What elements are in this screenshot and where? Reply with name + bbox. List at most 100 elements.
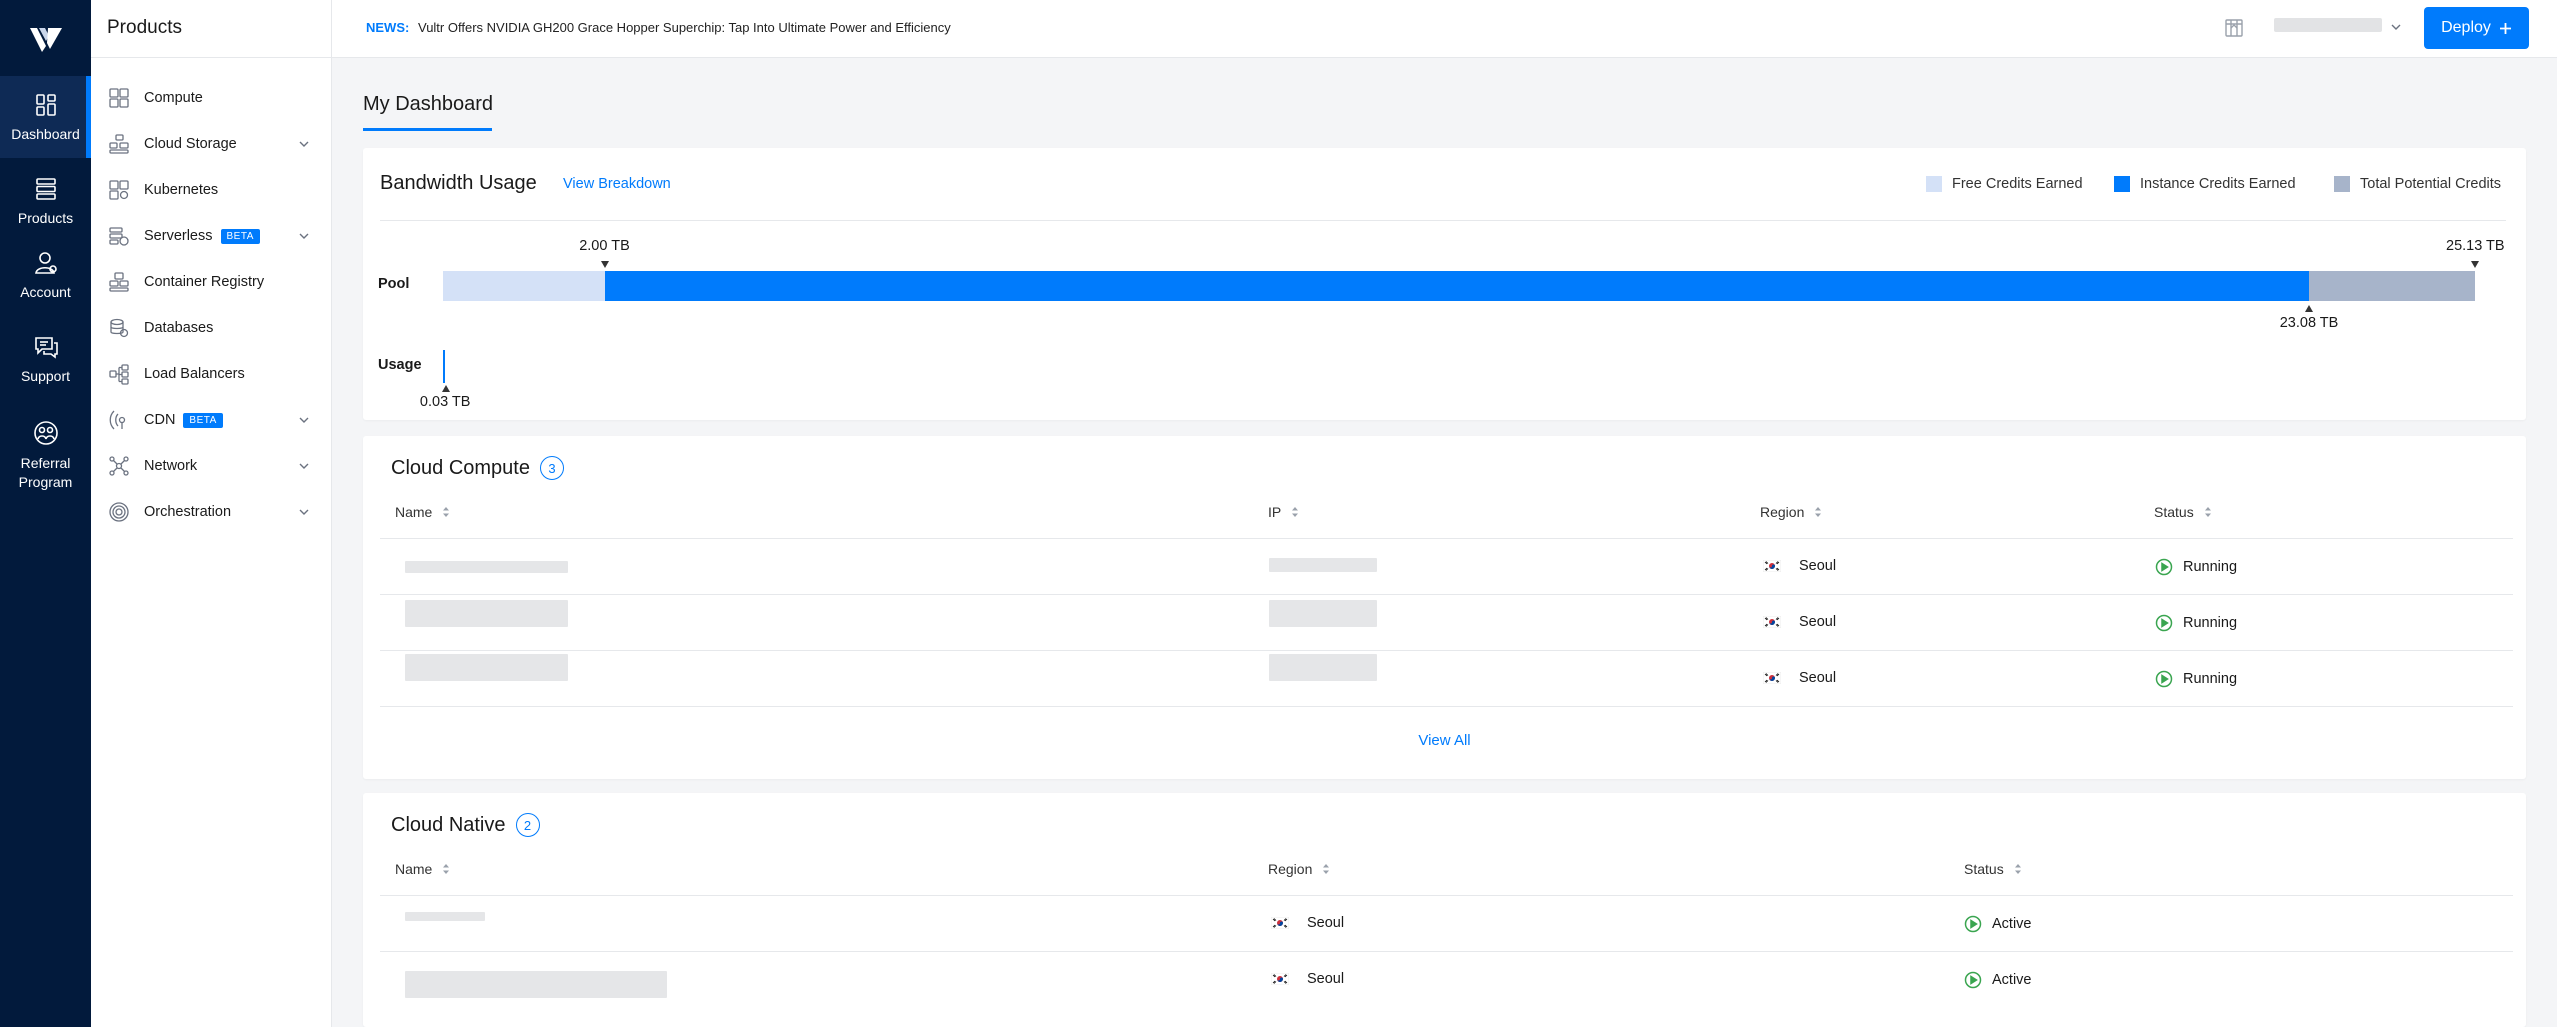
kubernetes-icon [109,180,129,200]
news-label: NEWS: [366,20,410,35]
free-marker-label: 2.00 TB [579,238,630,254]
usage-bar [443,350,446,383]
cluster-name-redacted[interactable] [405,912,485,921]
active-status-icon [1964,971,1982,989]
ip-redacted [1269,654,1377,681]
instance-name-redacted[interactable] [405,654,568,681]
section-title-text: Cloud Compute [391,456,530,479]
products-panel: Products Compute Cloud Storage Kubernete… [91,0,332,1027]
legend-label: Total Potential Credits [2360,176,2502,192]
region-cell: Seoul [1271,915,1344,931]
panel-item-label: Kubernetes [144,182,219,198]
chevron-down-icon[interactable] [2390,21,2402,33]
pool-bar-instance [604,271,2310,301]
account-menu[interactable] [2274,18,2382,32]
status-cell: Running [2155,558,2237,576]
column-header-region[interactable]: Region [1760,504,1822,520]
korea-flag-icon [1763,560,1781,572]
chevron-down-icon[interactable] [298,414,310,426]
status-cell: Running [2155,614,2237,632]
orchestration-icon [109,502,129,522]
region-text: Seoul [1799,670,1837,686]
status-text: Active [1992,972,2032,988]
panel-item-orchestration[interactable]: Orchestration [91,492,332,532]
divider [380,650,2513,651]
status-text: Running [2183,559,2238,575]
column-header-name[interactable]: Name [395,861,450,877]
region-cell: Seoul [1271,971,1344,987]
instance-marker-arrow [2305,305,2314,312]
total-marker-arrow [2471,261,2479,268]
gift-icon[interactable] [2222,15,2246,39]
panel-item-label: Serverless [144,228,213,244]
page-title-underline [363,128,492,131]
legend-swatch [2114,176,2130,192]
column-header-region[interactable]: Region [1268,861,1330,877]
rail-item-dashboard[interactable]: Dashboard [0,76,91,158]
chevron-down-icon[interactable] [298,506,310,518]
panel-item-cdn[interactable]: CDN BETA [91,400,332,440]
count-badge: 3 [539,456,564,480]
vultr-logo-icon[interactable] [28,22,64,58]
instance-name-redacted[interactable] [405,561,568,573]
column-header-status[interactable]: Status [1964,861,2022,877]
left-rail: Dashboard Products Account Support Refer… [0,0,91,1027]
divider [380,538,2513,539]
chevron-down-icon[interactable] [298,460,310,472]
status-cell: Active [1964,915,2032,933]
legend-swatch [1926,176,1942,192]
header-label: Region [1760,504,1805,520]
region-cell: Seoul [1763,670,1836,686]
panel-item-network[interactable]: Network [91,446,332,486]
account-icon [34,252,57,274]
column-header-status[interactable]: Status [2154,504,2212,520]
column-header-name[interactable]: Name [395,504,450,520]
news-link[interactable]: Vultr Offers NVIDIA GH200 Grace Hopper S… [418,20,951,35]
products-icon [35,178,56,200]
instance-name-redacted[interactable] [405,600,568,627]
header-label: Status [1964,861,2004,877]
divider [91,57,332,58]
panel-item-container-registry[interactable]: Container Registry [91,262,332,302]
dashboard-icon [35,94,56,116]
rail-item-products[interactable]: Products [0,174,91,244]
header-label: Region [1268,861,1313,877]
status-text: Running [2183,615,2238,631]
chevron-down-icon[interactable] [298,138,310,150]
panel-item-load-balancers[interactable]: Load Balancers [91,354,332,394]
deploy-button[interactable]: Deploy [2424,7,2529,49]
view-all-link[interactable]: View All [363,732,2526,749]
region-cell: Seoul [1763,558,1836,574]
region-text: Seoul [1799,558,1837,574]
page-title[interactable]: My Dashboard [363,93,493,116]
count-badge: 2 [515,813,540,837]
status-cell: Active [1964,971,2032,989]
pool-bar-total [2309,271,2475,301]
sort-icon [1323,864,1330,874]
divider [380,895,2513,896]
sort-icon [1815,507,1822,517]
rail-item-support[interactable]: Support [0,332,91,402]
pool-bar-free [443,271,605,301]
instance-marker-label: 23.08 TB [2279,315,2339,331]
panel-item-kubernetes[interactable]: Kubernetes [91,170,332,210]
column-header-ip[interactable]: IP [1268,504,1299,520]
cluster-name-redacted[interactable] [405,971,667,998]
sort-icon [443,507,450,517]
cloud-compute-title: Cloud Compute 3 [391,456,564,480]
rail-item-account[interactable]: Account [0,248,91,318]
compute-icon [109,88,129,108]
chevron-down-icon[interactable] [298,230,310,242]
panel-item-databases[interactable]: Databases [91,308,332,348]
rail-label: Referral Program [18,455,73,490]
network-icon [109,456,129,476]
region-text: Seoul [1307,971,1345,987]
panel-item-compute[interactable]: Compute [91,78,332,118]
panel-item-serverless[interactable]: Serverless BETA [91,216,332,256]
status-text: Running [2183,671,2238,687]
rail-item-referral[interactable]: Referral Program [0,418,91,502]
running-status-icon [2155,614,2173,632]
view-breakdown-link[interactable]: View Breakdown [563,176,671,192]
free-marker-arrow [600,261,609,268]
panel-item-cloud-storage[interactable]: Cloud Storage [91,124,332,164]
